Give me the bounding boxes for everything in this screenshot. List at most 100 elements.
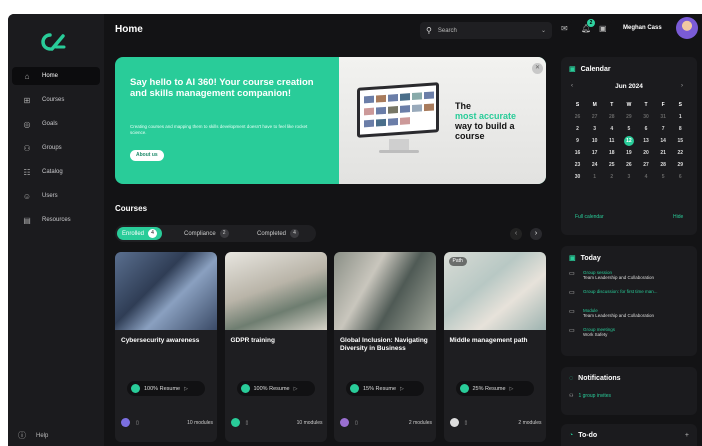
avatar[interactable] [676, 17, 698, 39]
calendar-day[interactable]: 30 [569, 171, 586, 183]
calendar-icon: ▣ [569, 66, 576, 73]
calendar-day[interactable]: 27 [638, 159, 655, 171]
calendar-day[interactable]: 6 [672, 171, 689, 183]
user-name[interactable]: Meghan Cass [623, 25, 662, 31]
notification-item[interactable]: ⚇ 1 group invites [569, 393, 611, 399]
hero-banner: Say hello to AI 360! Your course creatio… [115, 57, 546, 184]
todo-title: ◔ To-do [569, 432, 597, 439]
calendar-day[interactable]: 14 [655, 135, 672, 147]
sidebar-item-home[interactable]: ⌂ Home [12, 67, 100, 85]
help-button[interactable]: ⓘ Help [18, 430, 48, 441]
calendar-day[interactable]: 2 [603, 171, 620, 183]
tab-enrolled[interactable]: Enrolled 4 [117, 227, 163, 240]
chevron-down-icon[interactable]: ⌄ [541, 27, 546, 34]
calendar-icon[interactable]: ▣ [599, 24, 607, 33]
resume-button[interactable]: 100% Resume ▷ [236, 381, 315, 396]
calendar-day[interactable]: 20 [638, 147, 655, 159]
next-arrow-icon[interactable]: › [530, 228, 542, 240]
course-card[interactable]: GDPR training 100% Resume ▷ ▯ 10 modules [224, 252, 327, 442]
calendar-day[interactable]: 4 [603, 123, 620, 135]
weekday-label: S [678, 102, 682, 108]
sidebar: ⌂ Home ⊞ Courses ◎ Goals ⚇ Groups ☷ Catalog ☺ Users… [8, 14, 104, 446]
card-footer: ▯ 2 modules [340, 418, 432, 427]
groups-icon: ⚇ [23, 143, 31, 153]
sidebar-item-courses[interactable]: ⊞ Courses [12, 91, 100, 109]
course-card[interactable]: Path Middle management path 25% Resume ▷ ▯ 2 … [443, 252, 546, 442]
weekday-label: F [661, 102, 665, 108]
hide-calendar-link[interactable]: Hide [673, 214, 683, 220]
todo-panel: ◔ To-do + [561, 424, 697, 446]
calendar-day[interactable]: 3 [586, 123, 603, 135]
calendar-day[interactable]: 22 [672, 147, 689, 159]
sidebar-item-label: Goals [42, 121, 58, 127]
tab-completed[interactable]: Completed 4 [252, 227, 304, 240]
tab-compliance[interactable]: Compliance 2 [179, 227, 234, 240]
calendar-day[interactable]: 12 [623, 136, 634, 146]
next-month-icon[interactable]: › [681, 83, 683, 89]
course-card[interactable]: Global Inclusion: Navigating Diversity i… [334, 252, 436, 442]
about-us-button[interactable]: About us [130, 150, 164, 161]
calendar-day[interactable]: 19 [620, 147, 637, 159]
group-icon: ⚇ [569, 393, 574, 399]
add-todo-icon[interactable]: + [685, 432, 689, 439]
tab-count: 2 [219, 229, 229, 238]
calendar-day[interactable]: 31 [655, 111, 672, 123]
resume-button[interactable]: 25% Resume ▷ [455, 381, 534, 396]
sidebar-item-groups[interactable]: ⚇ Groups [12, 139, 100, 157]
calendar-day[interactable]: 15 [672, 135, 689, 147]
calendar-day[interactable]: 1 [672, 111, 689, 123]
calendar-day[interactable]: 1 [586, 171, 603, 183]
search-input[interactable]: ⚲ Search ⌄ [420, 22, 552, 39]
calendar-day[interactable]: 3 [620, 171, 637, 183]
close-icon[interactable]: ✕ [532, 63, 543, 74]
calendar-day[interactable]: 11 [603, 135, 620, 147]
resources-icon: ▤ [23, 215, 31, 225]
resume-button[interactable]: 15% Resume ▷ [346, 381, 424, 396]
course-card[interactable]: Cybersecurity awareness 100% Resume ▷ ▯ 10 m… [115, 252, 217, 442]
resume-button[interactable]: 100% Resume ▷ [127, 381, 205, 396]
calendar-day[interactable]: 30 [638, 111, 655, 123]
mail-icon[interactable]: ✉ [561, 24, 568, 33]
prev-arrow-icon[interactable]: ‹ [510, 228, 522, 240]
calendar-day[interactable]: 25 [603, 159, 620, 171]
today-item[interactable]: ▭ Group meetings Work Safety [569, 327, 693, 337]
calendar-day[interactable]: 21 [655, 147, 672, 159]
calendar-day[interactable]: 16 [569, 147, 586, 159]
calendar-day[interactable]: 28 [603, 111, 620, 123]
calendar-day[interactable]: 26 [620, 159, 637, 171]
play-icon: ▷ [293, 385, 298, 392]
module-count: 10 modules [187, 419, 213, 426]
sidebar-item-users[interactable]: ☺ Users [12, 187, 100, 205]
today-item[interactable]: ▭ Module Team Leadership and Collaboration [569, 308, 693, 318]
calendar-day[interactable]: 23 [569, 159, 586, 171]
calendar-day[interactable]: 18 [603, 147, 620, 159]
calendar-day[interactable]: 8 [672, 123, 689, 135]
calendar-day[interactable]: 26 [569, 111, 586, 123]
calendar-day[interactable]: 13 [638, 135, 655, 147]
calendar-day[interactable]: 4 [638, 171, 655, 183]
calendar-day[interactable]: 9 [569, 135, 586, 147]
document-icon: ▯ [355, 419, 358, 426]
calendar-day[interactable]: 5 [655, 171, 672, 183]
calendar-day[interactable]: 29 [672, 159, 689, 171]
full-calendar-link[interactable]: Full calendar [575, 214, 604, 220]
calendar-day[interactable]: 27 [586, 111, 603, 123]
today-item[interactable]: ▭ Group discussion: for first time man... [569, 289, 693, 296]
calendar-day[interactable]: 24 [586, 159, 603, 171]
event-icon: ▭ [569, 328, 575, 334]
progress-value: 15% [363, 385, 375, 392]
calendar-day[interactable]: 10 [586, 135, 603, 147]
calendar-day[interactable]: 2 [569, 123, 586, 135]
calendar-day[interactable]: 7 [655, 123, 672, 135]
hero-description: Creating courses and mapping them to ski… [130, 124, 308, 135]
event-icon: ▭ [569, 271, 575, 277]
calendar-day[interactable]: 5 [620, 123, 637, 135]
calendar-day[interactable]: 6 [638, 123, 655, 135]
sidebar-item-catalog[interactable]: ☷ Catalog [12, 163, 100, 181]
today-item[interactable]: ▭ Group session Team Leadership and Collab… [569, 270, 693, 280]
sidebar-item-resources[interactable]: ▤ Resources [12, 211, 100, 229]
calendar-day[interactable]: 29 [620, 111, 637, 123]
calendar-day[interactable]: 28 [655, 159, 672, 171]
calendar-day[interactable]: 17 [586, 147, 603, 159]
sidebar-item-goals[interactable]: ◎ Goals [12, 115, 100, 133]
